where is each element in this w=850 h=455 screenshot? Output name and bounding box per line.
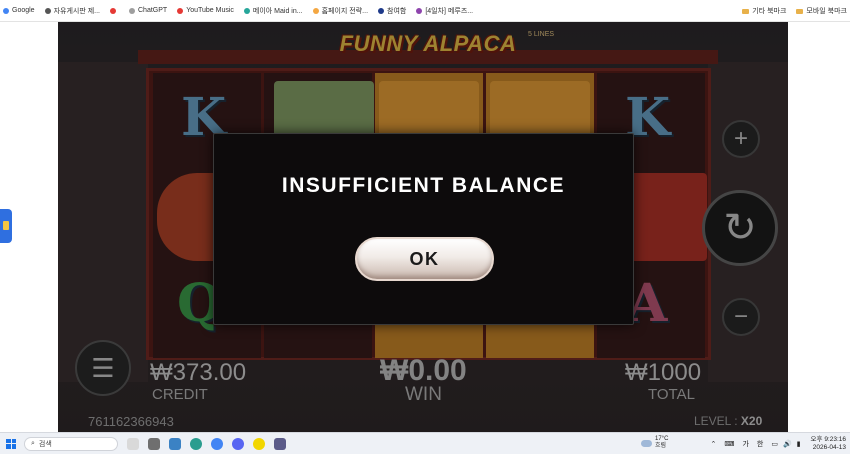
ok-button[interactable]: OK <box>355 237 494 281</box>
ime-mode-1[interactable]: 가 <box>742 439 748 449</box>
bookmark-forum[interactable]: 자유게시판 제... <box>44 6 100 16</box>
bookmarks-bar: Google 자유게시판 제... ChatGPT YouTube Music … <box>0 0 850 22</box>
site-icon <box>243 7 250 14</box>
side-extension-tab[interactable] <box>0 209 12 243</box>
bookmark-folder-other[interactable]: 기타 북마크 <box>742 6 786 16</box>
bookmark-participate[interactable]: 참여함 <box>378 6 406 16</box>
bookmark-homepage[interactable]: 홈페이지 전략... <box>312 6 368 16</box>
search-icon: ⌕ <box>31 439 35 447</box>
weather-desc: 흐림 <box>655 443 667 449</box>
file-explorer-icon[interactable] <box>148 437 160 450</box>
weather-widget[interactable]: 17°C 흐림 <box>641 436 668 450</box>
dialog-message: INSUFFICIENT BALANCE <box>281 174 566 197</box>
bookmark-day4[interactable]: [4일차] 메루즈... <box>416 6 473 16</box>
cloud-icon <box>641 439 652 447</box>
bookmark-folder-mobile[interactable]: 모바일 북마크 <box>796 6 847 16</box>
chatgpt-icon <box>129 7 135 14</box>
edge-icon[interactable] <box>190 437 202 450</box>
windows-taskbar: ⌕ 검색 17°C 흐림 ⌃ ⌨ 가 한 ▭ 🔊 ▮ 오후 9:23:16 20… <box>0 432 850 454</box>
youtube-music-icon <box>177 7 184 14</box>
clock[interactable]: 오후 9:23:16 2026-04-13 <box>811 436 846 452</box>
app-icon[interactable] <box>274 437 286 450</box>
kakaotalk-icon[interactable] <box>253 437 265 450</box>
page-margin-right <box>788 22 850 432</box>
bookmark-red[interactable] <box>110 7 119 14</box>
search-placeholder: 검색 <box>38 440 52 448</box>
bookmark-google[interactable]: Google <box>3 7 35 14</box>
clock-time: 오후 9:23:16 <box>810 436 846 443</box>
insufficient-balance-dialog: INSUFFICIENT BALANCE OK <box>213 133 634 325</box>
bookmark-maid[interactable]: 메이아 Maid in... <box>243 6 303 16</box>
site-icon <box>416 7 423 14</box>
site-icon <box>44 7 51 14</box>
taskbar-search[interactable]: ⌕ 검색 <box>24 436 118 451</box>
monitor-icon[interactable]: ▭ <box>771 440 778 448</box>
weather-temp: 17°C <box>655 436 669 442</box>
app-icon[interactable] <box>169 437 181 450</box>
discord-icon[interactable] <box>232 437 244 450</box>
site-icon <box>312 7 319 14</box>
system-tray: ⌃ ⌨ 가 한 ▭ 🔊 ▮ 오후 9:23:16 2026-04-13 <box>710 433 846 455</box>
battery-icon[interactable]: ▮ <box>797 440 801 448</box>
clock-date: 2026-04-13 <box>812 444 846 451</box>
volume-icon[interactable]: 🔊 <box>783 440 792 448</box>
slot-game: K Q K A FUNNY ALPACA 5 LINES + ↻ − ☰ ₩37… <box>58 22 788 432</box>
task-view-icon[interactable] <box>127 437 139 450</box>
chrome-icon[interactable] <box>211 437 223 450</box>
keyboard-icon[interactable]: ⌨ <box>724 440 734 448</box>
site-icon <box>110 7 116 14</box>
bookmark-youtube-music[interactable]: YouTube Music <box>177 7 234 14</box>
bookmark-chatgpt[interactable]: ChatGPT <box>129 7 167 14</box>
chevron-up-icon[interactable]: ⌃ <box>710 440 716 448</box>
folder-icon <box>742 8 750 14</box>
ime-mode-2[interactable]: 한 <box>757 439 763 449</box>
folder-icon <box>796 8 804 14</box>
google-icon <box>3 7 9 14</box>
site-icon <box>378 7 385 14</box>
extension-icon <box>3 221 9 230</box>
start-button[interactable] <box>6 438 16 449</box>
